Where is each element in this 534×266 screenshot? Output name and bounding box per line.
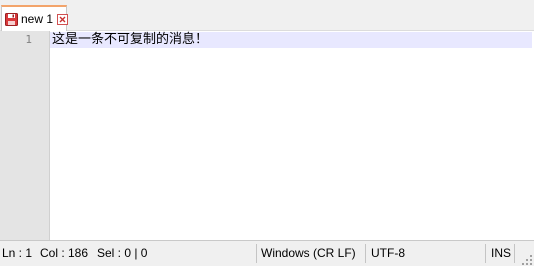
tab-strip: new 1: [0, 0, 534, 31]
status-divider: [514, 244, 515, 263]
text-area[interactable]: 这是一条不可复制的消息！: [50, 31, 534, 240]
status-bar: Ln : 1 Col : 186 Sel : 0 | 0 Windows (CR…: [0, 240, 534, 266]
status-column: Col : 186: [40, 246, 89, 260]
tab-new-1[interactable]: new 1: [1, 5, 69, 31]
close-icon[interactable]: [57, 13, 69, 25]
save-icon: [5, 12, 18, 26]
tab-label: new 1: [21, 12, 54, 26]
text-line[interactable]: 这是一条不可复制的消息！: [52, 32, 208, 48]
editor: 1 这是一条不可复制的消息！: [0, 31, 534, 240]
status-divider: [485, 244, 486, 263]
status-selection: Sel : 0 | 0: [97, 246, 148, 260]
status-divider: [256, 244, 257, 263]
status-divider: [365, 244, 366, 263]
resize-grip-icon[interactable]: [522, 254, 532, 265]
status-eol[interactable]: Windows (CR LF): [261, 241, 356, 266]
line-number: 1: [25, 33, 32, 46]
status-encoding[interactable]: UTF-8: [371, 241, 405, 266]
notepad-window: new 1 1 这是一条不可复制的消息！ Ln : 1 Col : 186 Se…: [0, 0, 534, 266]
status-insert-mode[interactable]: INS: [491, 241, 511, 266]
status-line: Ln : 1: [2, 246, 33, 260]
line-number-gutter: 1: [0, 31, 50, 240]
